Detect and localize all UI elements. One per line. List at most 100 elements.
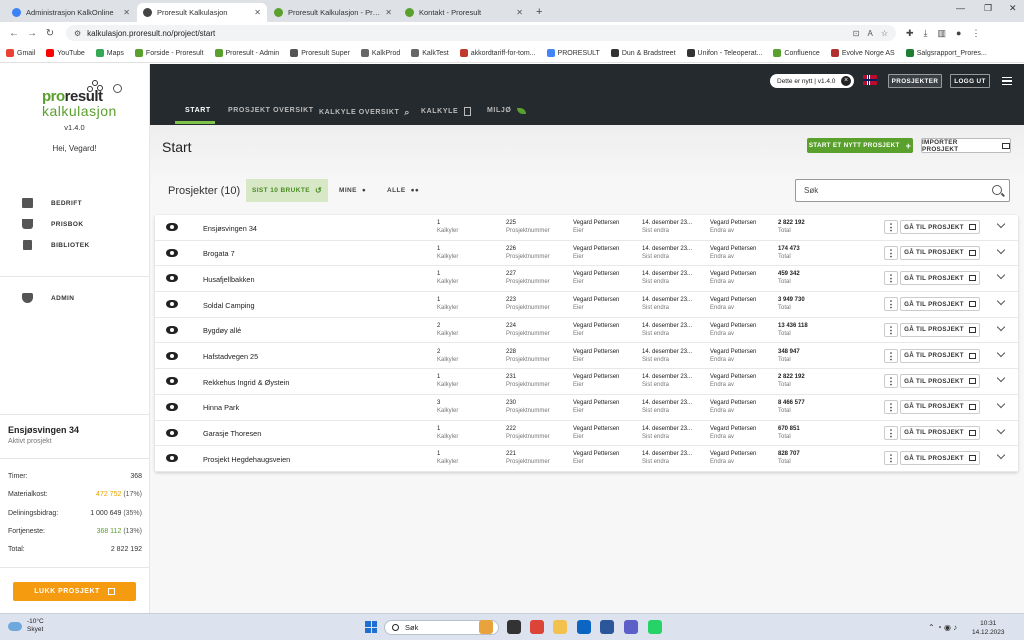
translate-icon[interactable]: A (867, 29, 872, 38)
close-tab-icon[interactable]: ✕ (123, 8, 130, 17)
bookmark-item[interactable]: Dun & Bradstreet (610, 49, 676, 57)
chevron-down-icon[interactable] (996, 322, 1006, 332)
project-row[interactable]: Hafstadvegen 25 2 Kalkyler 228 Prosjektnumme… (155, 344, 1018, 370)
go-to-project-button[interactable]: GÅ TIL PROSJEKT (900, 399, 980, 414)
eye-icon[interactable] (166, 402, 178, 411)
go-to-project-button[interactable]: GÅ TIL PROSJEKT (900, 245, 980, 260)
weather-widget[interactable]: -10°C Skyet (8, 618, 44, 634)
tab-kalkyle-oversikt[interactable]: KALKYLE OVERSIKT ⌕ (319, 107, 410, 118)
go-to-project-button[interactable]: GÅ TIL PROSJEKT (900, 451, 980, 466)
system-tray[interactable]: ⌃ ◔ ◉ ♪ (928, 623, 957, 632)
bookmark-item[interactable]: KalkProd (360, 49, 400, 57)
go-to-project-button[interactable]: GÅ TIL PROSJEKT (900, 425, 980, 440)
browser-tab[interactable]: Kontakt - Proresult ✕ (399, 3, 529, 22)
more-options-icon[interactable] (884, 297, 898, 312)
sidepanel-icon[interactable]: ▥ (938, 28, 947, 39)
chevron-down-icon[interactable] (996, 271, 1006, 280)
chevron-down-icon[interactable] (996, 296, 1006, 306)
taskbar-app-icon[interactable] (648, 620, 662, 634)
bookmark-item[interactable]: Confluence (773, 49, 820, 57)
project-row[interactable]: Prosjekt Hegdehaugsveien 1 Kalkyler 221 Pros… (155, 446, 1018, 472)
more-options-icon[interactable] (884, 220, 898, 234)
tab-miljo[interactable]: MILJØ (487, 107, 527, 114)
proresult-logo[interactable]: proresult kalkulasjon (42, 80, 122, 122)
bookmark-item[interactable]: Proresult Super (290, 49, 350, 57)
filter-mine-button[interactable]: MINE ● (339, 187, 366, 194)
clock[interactable]: 10:31 14.12.2023 (972, 619, 1005, 637)
project-row[interactable]: Ensjøsvingen 34 1 Kalkyler 225 Prosjektnumme… (155, 215, 1018, 241)
bookmark-item[interactable]: KalkTest (411, 49, 449, 57)
close-tab-icon[interactable]: ✕ (516, 8, 523, 17)
bookmark-item[interactable]: YouTube (46, 49, 85, 57)
more-options-icon[interactable] (884, 451, 898, 466)
eye-icon[interactable] (166, 248, 178, 257)
chevron-down-icon[interactable] (996, 451, 1006, 460)
bookmark-item[interactable]: Salgsrapport_Prores... (905, 49, 987, 57)
chevron-down-icon[interactable] (996, 219, 1006, 229)
bookmark-item[interactable]: Gmail (6, 49, 35, 57)
taskbar-app-icon[interactable] (624, 620, 638, 634)
browser-tab[interactable]: Proresult Kalkulasjon - Prosjekt ✕ (268, 3, 398, 22)
more-options-icon[interactable] (884, 374, 898, 389)
bookmark-item[interactable]: akkordtariff-for-tom... (459, 49, 536, 57)
browser-menu-icon[interactable]: ⋮ (971, 28, 980, 39)
chevron-down-icon[interactable] (996, 348, 1006, 357)
minimize-icon[interactable]: — (956, 3, 965, 13)
go-to-project-button[interactable]: GÅ TIL PROSJEKT (900, 297, 980, 312)
filter-recent-button[interactable]: SIST 10 BRUKTE ↺ (246, 179, 328, 202)
norway-flag-icon[interactable] (863, 75, 877, 85)
go-to-project-button[interactable]: GÅ TIL PROSJEKT (900, 322, 980, 337)
site-info-icon[interactable]: ⚙ (74, 29, 81, 38)
go-to-project-button[interactable]: GÅ TIL PROSJEKT (900, 271, 980, 286)
more-options-icon[interactable] (884, 348, 898, 363)
maximize-icon[interactable]: ❐ (984, 3, 992, 14)
new-project-button[interactable]: START ET NYTT PROSJEKT + (807, 138, 913, 153)
chevron-down-icon[interactable] (996, 373, 1006, 383)
sidebar-item-bedrift[interactable]: BEDRIFT (22, 198, 82, 208)
close-window-icon[interactable]: ✕ (1009, 3, 1017, 14)
close-project-button[interactable]: LUKK PROSJEKT (13, 582, 136, 601)
close-tab-icon[interactable]: ✕ (385, 8, 392, 17)
chevron-down-icon[interactable] (996, 399, 1006, 409)
bookmark-item[interactable]: Unifon - Teleoperat... (686, 49, 762, 57)
profile-icon[interactable]: ● (956, 28, 961, 38)
bookmark-item[interactable]: Evolve Norge AS (830, 49, 895, 57)
sidebar-item-bibliotek[interactable]: BIBLIOTEK (22, 240, 90, 250)
eye-icon[interactable] (166, 377, 178, 386)
chevron-down-icon[interactable] (996, 425, 1006, 434)
reload-icon[interactable]: ↻ (42, 28, 58, 39)
extensions-icon[interactable]: ✚ (906, 28, 914, 39)
install-icon[interactable]: ⊡ (853, 29, 860, 38)
taskbar-app-icon[interactable] (600, 620, 614, 634)
taskbar-app-icon[interactable] (479, 620, 493, 634)
close-tab-icon[interactable]: ✕ (254, 8, 261, 17)
more-options-icon[interactable] (884, 245, 898, 260)
taskbar-app-icon[interactable] (507, 620, 521, 634)
taskbar-app-icon[interactable] (553, 620, 567, 634)
download-icon[interactable]: ⤓ (924, 28, 928, 39)
project-row[interactable]: Rekkehus Ingrid & Øystein 1 Kalkyler 231 Pro… (155, 369, 1018, 395)
go-to-project-button[interactable]: GÅ TIL PROSJEKT (900, 374, 980, 389)
project-row[interactable]: Husafjellbakken 1 Kalkyler 227 Prosjektnumme… (155, 266, 1018, 293)
more-options-icon[interactable] (884, 425, 898, 440)
eye-icon[interactable] (166, 274, 178, 283)
project-row[interactable]: Garasje Thoresen 1 Kalkyler 222 Prosjektnumm… (155, 421, 1018, 447)
more-options-icon[interactable] (884, 399, 898, 414)
logout-button[interactable]: LOGG UT (950, 74, 990, 88)
tab-prosjekt-oversikt[interactable]: PROSJEKT OVERSIKT (228, 107, 314, 114)
taskbar-app-icon[interactable] (577, 620, 591, 634)
projects-button[interactable]: PROSJEKTER (888, 74, 942, 88)
menu-icon[interactable] (1002, 77, 1012, 85)
go-to-project-button[interactable]: GÅ TIL PROSJEKT (900, 220, 980, 234)
more-options-icon[interactable] (884, 322, 898, 337)
new-tab-button[interactable]: + (536, 3, 542, 22)
browser-tab[interactable]: Proresult Kalkulasjon ✕ (137, 3, 267, 22)
taskbar-app-icon[interactable] (530, 620, 544, 634)
search-input[interactable]: Søk (795, 179, 1010, 202)
chevron-down-icon[interactable] (996, 245, 1006, 254)
tab-kalkyle[interactable]: KALKYLE (421, 107, 472, 116)
address-bar[interactable]: ⚙ kalkulasjon.proresult.no/project/start… (66, 25, 896, 41)
project-row[interactable]: Brogata 7 1 Kalkyler 226 Prosjektnummer Vegar… (155, 241, 1018, 267)
import-project-button[interactable]: IMPORTER PROSJEKT (921, 138, 1011, 153)
whats-new-chip[interactable]: Dette er nytt | v1.4.0 × (770, 74, 854, 88)
